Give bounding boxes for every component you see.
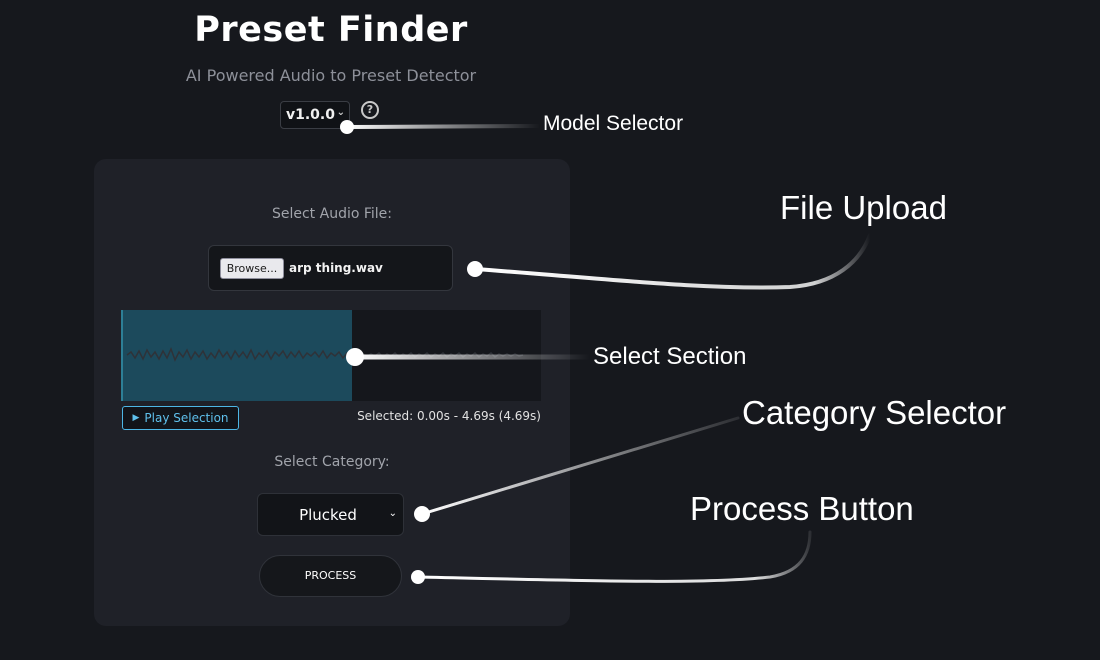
category-selector-callout: Category Selector — [742, 394, 1007, 431]
category-label: Select Category: — [274, 454, 390, 470]
category-select[interactable]: Plucked ⌄ — [257, 493, 404, 536]
selection-info: Selected: 0.00s - 4.69s (4.69s) — [357, 409, 541, 423]
app-title: Preset Finder — [194, 10, 468, 50]
model-selector-callout: Model Selector — [543, 112, 684, 135]
play-icon: ▶ — [132, 413, 140, 423]
category-value: Plucked — [299, 506, 357, 524]
waveform-selection[interactable] — [121, 310, 352, 401]
help-icon[interactable]: ? — [361, 101, 379, 119]
file-upload-callout: File Upload — [780, 189, 947, 226]
chevron-down-icon: ⌄ — [388, 508, 397, 519]
play-selection-label: Play Selection — [144, 411, 229, 425]
model-version-value: v1.0.0 — [286, 107, 335, 123]
audio-file-label: Select Audio File: — [271, 206, 393, 222]
model-version-select[interactable]: v1.0.0 ⌄ — [280, 101, 350, 129]
play-selection-button[interactable]: ▶ Play Selection — [122, 406, 239, 430]
select-section-callout: Select Section — [593, 343, 747, 370]
process-button-callout: Process Button — [690, 490, 914, 527]
selected-file-name: arp thing.wav — [289, 261, 383, 275]
process-button[interactable]: PROCESS — [259, 555, 402, 597]
chevron-down-icon: ⌄ — [336, 107, 345, 118]
app-subtitle: AI Powered Audio to Preset Detector — [185, 66, 477, 85]
browse-button[interactable]: Browse... — [220, 258, 284, 279]
model-selector-callout-line — [345, 124, 542, 129]
